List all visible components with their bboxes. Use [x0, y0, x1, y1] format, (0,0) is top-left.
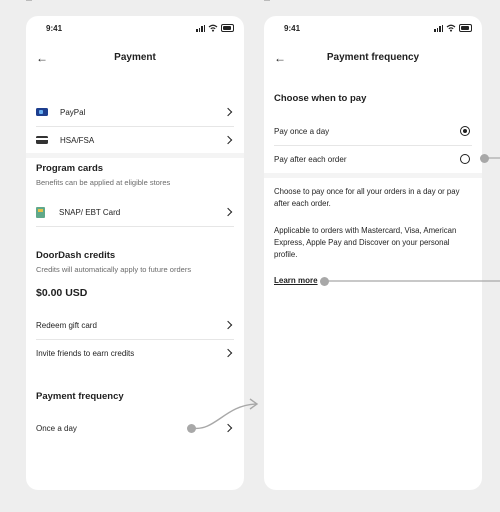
radio-unselected[interactable]	[460, 154, 470, 164]
wifi-icon	[446, 24, 456, 32]
section-divider	[26, 153, 244, 158]
payment-frequency-row[interactable]: Once a day	[36, 414, 234, 442]
chevron-right-icon	[223, 423, 233, 433]
status-time: 9:41	[46, 24, 63, 33]
corner-mark	[264, 0, 270, 1]
status-time: 9:41	[284, 24, 301, 33]
choose-when-heading: Choose when to pay	[274, 93, 367, 104]
section-divider	[264, 173, 482, 178]
page-title: Payment frequency	[326, 52, 420, 63]
flow-arrowhead-icon	[249, 398, 259, 410]
program-cards-heading: Program cards	[36, 163, 104, 174]
credits-amount: $0.00 USD	[36, 287, 88, 299]
learn-more-link[interactable]: Learn more	[274, 276, 318, 285]
payment-method-paypal[interactable]: PayPal	[36, 98, 234, 127]
back-arrow-icon[interactable]: ←	[274, 51, 286, 65]
battery-icon	[459, 24, 472, 32]
corner-mark	[26, 0, 32, 1]
redeem-gift-card-row[interactable]: Redeem gift card	[36, 311, 234, 340]
credits-heading: DoorDash credits	[36, 250, 116, 261]
chevron-right-icon	[223, 207, 233, 217]
page-title: Payment	[114, 52, 156, 63]
status-bar: 9:41	[36, 24, 234, 36]
credits-item-label: Invite friends to earn credits	[36, 348, 135, 358]
card-icon	[36, 136, 48, 144]
option-pay-after-each-order[interactable]: Pay after each order	[274, 145, 472, 173]
chevron-right-icon	[223, 320, 233, 330]
chevron-right-icon	[223, 135, 233, 145]
wifi-icon	[208, 24, 218, 32]
nav-header: ← Payment	[26, 50, 244, 66]
applicable-cards-text: Applicable to orders with Mastercard, Vi…	[274, 226, 457, 259]
snap-card-icon	[36, 206, 45, 218]
payment-method-label: PayPal	[60, 107, 86, 117]
payment-method-hsa-fsa[interactable]: HSA/FSA	[36, 126, 234, 154]
payment-frequency-value: Once a day	[36, 423, 77, 433]
payment-screen: 9:41 ← Payment PayPal HSA/FSA Program ca…	[26, 16, 244, 490]
description-text: Choose to pay once for all your orders i…	[274, 187, 460, 208]
invite-friends-row[interactable]: Invite friends to earn credits	[36, 339, 234, 367]
payment-frequency-screen: 9:41 ← Payment frequency Choose when to …	[264, 16, 482, 490]
radio-selected[interactable]	[460, 126, 470, 136]
payment-frequency-heading: Payment frequency	[36, 391, 124, 402]
signal-icon	[196, 24, 205, 32]
status-bar: 9:41	[274, 24, 472, 36]
program-cards-subtitle: Benefits can be applied at eligible stor…	[36, 178, 171, 187]
nav-header: ← Payment frequency	[264, 50, 482, 66]
back-arrow-icon[interactable]: ←	[36, 51, 48, 65]
annotation-dot	[480, 154, 489, 163]
payment-method-label: HSA/FSA	[60, 135, 95, 145]
program-card-snap-ebt[interactable]: SNAP/ EBT Card	[36, 198, 234, 227]
credits-item-label: Redeem gift card	[36, 320, 97, 330]
program-card-label: SNAP/ EBT Card	[59, 207, 121, 217]
battery-icon	[221, 24, 234, 32]
option-pay-once-a-day[interactable]: Pay once a day	[274, 117, 472, 146]
paypal-icon	[36, 108, 48, 116]
annotation-dot	[320, 277, 329, 286]
chevron-right-icon	[223, 348, 233, 358]
option-label: Pay after each order	[274, 154, 347, 164]
annotation-dot	[187, 424, 196, 433]
option-label: Pay once a day	[274, 126, 330, 136]
credits-subtitle: Credits will automatically apply to futu…	[36, 265, 192, 274]
signal-icon	[434, 24, 443, 32]
chevron-right-icon	[223, 107, 233, 117]
